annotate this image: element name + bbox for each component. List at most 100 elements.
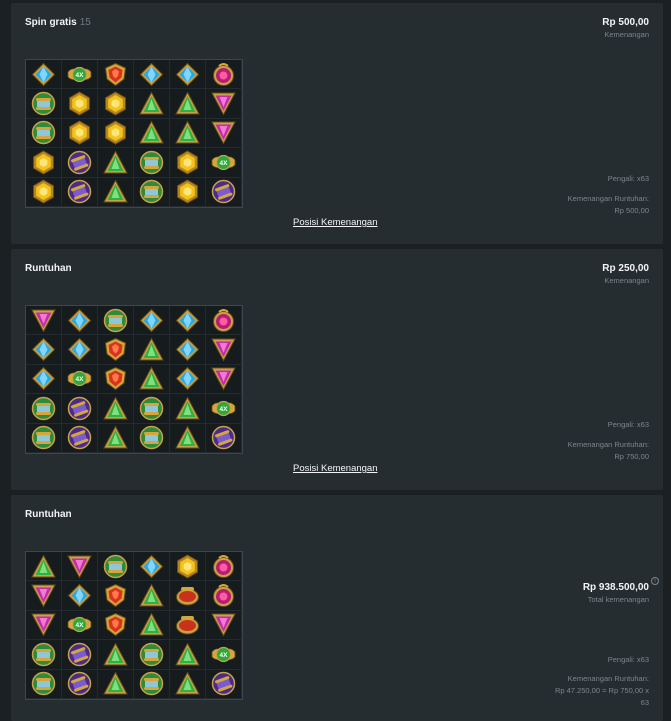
grid-cell	[98, 669, 134, 699]
green-triangle-icon	[103, 425, 128, 450]
cascade-win-value: Rp 500,00	[614, 206, 649, 215]
purple-scroll-icon	[211, 179, 236, 204]
red-shield-icon	[103, 583, 128, 608]
symbol-grid: 4X 4X	[25, 305, 243, 454]
cascade-win-label: Kemenangan Runtuhan:	[567, 440, 649, 449]
yellow-hexagon-icon	[103, 91, 128, 116]
panel-title: Spin gratis 15	[25, 17, 91, 28]
grid-cell	[62, 148, 98, 178]
multiplier-text: Pengali: x63	[607, 174, 649, 183]
yellow-hexagon-icon	[103, 120, 128, 146]
symbol-grid: 4X 4X	[25, 59, 243, 208]
blue-diamond-icon	[67, 337, 92, 362]
grid-cell	[134, 148, 170, 178]
purple-scroll-icon	[67, 642, 92, 667]
grid-cell	[62, 177, 98, 207]
magenta-triangle-icon	[211, 91, 236, 116]
yellow-hexagon-icon	[31, 179, 56, 204]
grid-cell	[134, 552, 170, 582]
cascade-win-label: Kemenangan Runtuhan:	[567, 674, 649, 683]
grid-cell	[26, 60, 62, 90]
pink-amulet-icon	[211, 308, 236, 333]
win-amount-label: Kemenangan	[604, 276, 649, 285]
yellow-hexagon-icon	[31, 150, 56, 175]
blue-diamond-icon	[31, 337, 56, 362]
grid-cell	[170, 610, 206, 641]
red-shield-icon	[103, 337, 128, 362]
green-triangle-icon	[103, 179, 128, 204]
grid-cell	[170, 581, 206, 611]
grid-cell	[170, 148, 206, 178]
grid-cell: 4X	[62, 60, 98, 90]
svg-text:4X: 4X	[220, 160, 229, 167]
green-scroll-icon	[139, 396, 164, 421]
panel-title: Runtuhan	[25, 509, 72, 520]
grid-cell	[170, 423, 206, 453]
cascade-win-label: Kemenangan Runtuhan:	[567, 194, 649, 203]
svg-text:4X: 4X	[76, 622, 85, 629]
grid-cell	[98, 423, 134, 453]
cascade-win-value: Rp 47.250,00 = Rp 750,00 x 63	[554, 686, 649, 707]
green-triangle-icon	[103, 396, 128, 421]
4x-winged-emblem-icon: 4X	[211, 396, 236, 421]
yellow-hexagon-icon	[67, 91, 92, 116]
green-triangle-icon	[175, 91, 200, 116]
green-triangle-icon	[139, 337, 164, 362]
info-icon[interactable]: i	[651, 577, 659, 585]
grid-cell	[170, 177, 206, 207]
blue-diamond-icon	[175, 337, 200, 362]
grid-cell	[26, 581, 62, 611]
grid-cell: 4X	[62, 610, 98, 641]
green-scroll-icon	[139, 150, 164, 175]
grid-cell	[26, 610, 62, 641]
multiplier-text: Pengali: x63	[607, 420, 649, 429]
grid-cell	[62, 640, 98, 670]
red-lamp-icon	[175, 583, 200, 608]
grid-cell	[170, 335, 206, 365]
4x-winged-emblem-icon: 4X	[67, 62, 92, 87]
blue-diamond-icon	[139, 308, 164, 333]
grid-cell: 4X	[62, 364, 98, 395]
cascade-win-block: Kemenangan Runtuhan: Rp 47.250,00 = Rp 7…	[545, 673, 649, 709]
grid-cell	[170, 552, 206, 582]
grid-cell: 4X	[206, 148, 242, 178]
grid-cell	[206, 423, 242, 453]
grid-cell	[98, 89, 134, 119]
grid-cell	[98, 552, 134, 582]
pink-amulet-icon	[211, 554, 236, 579]
grid-cell	[98, 394, 134, 424]
grid-cell	[170, 306, 206, 336]
green-scroll-icon	[31, 425, 56, 450]
green-triangle-icon	[139, 120, 164, 145]
grid-cell	[98, 60, 134, 90]
blue-diamond-icon	[175, 366, 200, 391]
grid-cell	[134, 306, 170, 336]
grid-cell	[206, 335, 242, 365]
green-triangle-icon	[175, 120, 200, 145]
grid-cell	[134, 669, 170, 699]
grid-cell	[62, 581, 98, 611]
green-scroll-icon	[31, 396, 56, 421]
grid-cell	[62, 118, 98, 149]
grid-cell	[170, 640, 206, 670]
green-triangle-icon	[103, 671, 128, 696]
green-triangle-icon	[139, 583, 164, 608]
winning-positions-link[interactable]: Posisi Kemenangan	[293, 463, 378, 474]
red-shield-icon	[103, 366, 128, 391]
grid-cell	[206, 610, 242, 641]
grid-cell	[26, 423, 62, 453]
grid-cell	[62, 552, 98, 582]
total-win-amount: Rp 938.500,00	[582, 582, 649, 593]
winning-positions-link[interactable]: Posisi Kemenangan	[293, 217, 378, 228]
yellow-hexagon-icon	[67, 120, 92, 146]
grid-cell	[98, 177, 134, 207]
grid-cell	[26, 177, 62, 207]
grid-cell	[206, 177, 242, 207]
blue-diamond-icon	[175, 308, 200, 333]
symbol-grid: 4X 4X	[25, 551, 243, 700]
grid-cell	[26, 640, 62, 670]
grid-cell	[134, 177, 170, 207]
grid-cell	[26, 394, 62, 424]
magenta-triangle-icon	[211, 337, 236, 362]
grid-cell	[62, 89, 98, 119]
